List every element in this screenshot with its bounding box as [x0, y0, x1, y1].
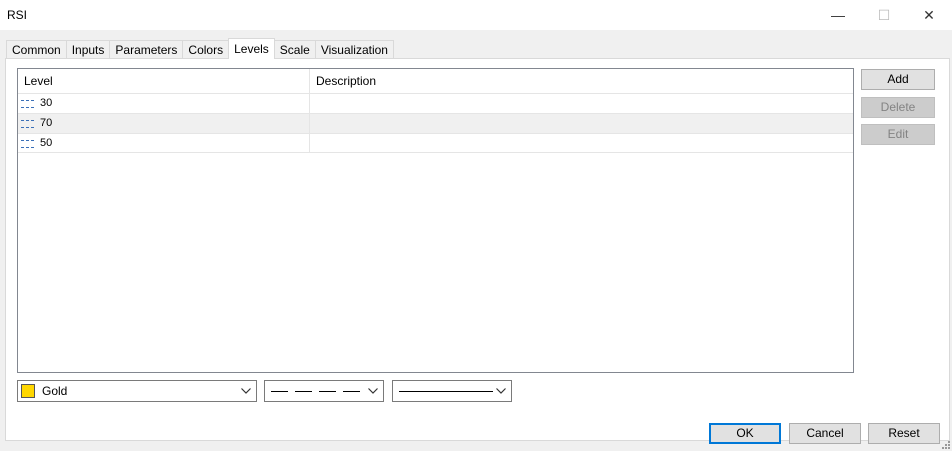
chevron-down-icon	[493, 381, 509, 401]
tab-levels[interactable]: Levels	[228, 38, 275, 59]
levels-panel: Level Description 30 70 50 Add Delete Ed…	[5, 58, 950, 441]
delete-button[interactable]: Delete	[861, 97, 935, 118]
level-cell[interactable]: 50	[18, 134, 310, 153]
minimize-icon: —	[831, 7, 845, 23]
level-row[interactable]: 30	[18, 93, 853, 113]
maximize-icon: ☐	[877, 6, 891, 23]
description-cell[interactable]	[310, 94, 853, 113]
column-header-level[interactable]: Level	[18, 69, 310, 93]
list-header: Level Description	[18, 69, 853, 93]
color-swatch	[21, 384, 35, 398]
resize-grip-icon[interactable]	[940, 439, 950, 449]
level-value: 30	[40, 97, 53, 109]
dialog-body: Common Inputs Parameters Colors Levels S…	[0, 30, 952, 451]
dashed-line-preview	[271, 390, 365, 392]
chevron-down-icon	[238, 381, 254, 401]
level-cell[interactable]: 70	[18, 114, 310, 133]
color-select[interactable]: Gold	[17, 380, 257, 402]
close-button[interactable]: ✕	[906, 0, 952, 30]
add-button[interactable]: Add	[861, 69, 935, 90]
column-header-description[interactable]: Description	[310, 69, 853, 93]
chevron-down-icon	[365, 381, 381, 401]
level-row[interactable]: 70	[18, 113, 853, 133]
level-value: 70	[40, 117, 53, 129]
tab-common[interactable]: Common	[6, 40, 67, 59]
dotted-line-icon	[21, 119, 35, 128]
edit-button[interactable]: Edit	[861, 124, 935, 145]
minimize-button[interactable]: —	[815, 0, 861, 30]
tab-strip: Common Inputs Parameters Colors Levels S…	[6, 38, 394, 59]
dotted-line-icon	[21, 139, 35, 148]
tab-visualization[interactable]: Visualization	[314, 40, 394, 59]
description-cell[interactable]	[310, 114, 853, 133]
level-value: 50	[40, 137, 53, 149]
reset-button[interactable]: Reset	[868, 423, 940, 444]
close-icon: ✕	[923, 6, 935, 23]
color-name: Gold	[42, 384, 68, 398]
level-cell[interactable]: 30	[18, 94, 310, 113]
description-cell[interactable]	[310, 134, 853, 153]
line-width-select[interactable]	[392, 380, 512, 402]
window-title: RSI	[7, 8, 28, 22]
ok-button[interactable]: OK	[709, 423, 781, 444]
level-row[interactable]: 50	[18, 133, 853, 153]
maximize-button: ☐	[861, 0, 907, 30]
tab-parameters[interactable]: Parameters	[109, 40, 184, 59]
tab-scale[interactable]: Scale	[273, 40, 316, 59]
dotted-line-icon	[21, 99, 35, 108]
tab-inputs[interactable]: Inputs	[65, 40, 111, 59]
tab-colors[interactable]: Colors	[182, 40, 230, 59]
solid-line-preview	[399, 390, 493, 392]
levels-list[interactable]: Level Description 30 70 50	[17, 68, 854, 373]
cancel-button[interactable]: Cancel	[789, 423, 861, 444]
title-bar: RSI — ☐ ✕	[0, 0, 952, 30]
line-style-select[interactable]	[264, 380, 384, 402]
